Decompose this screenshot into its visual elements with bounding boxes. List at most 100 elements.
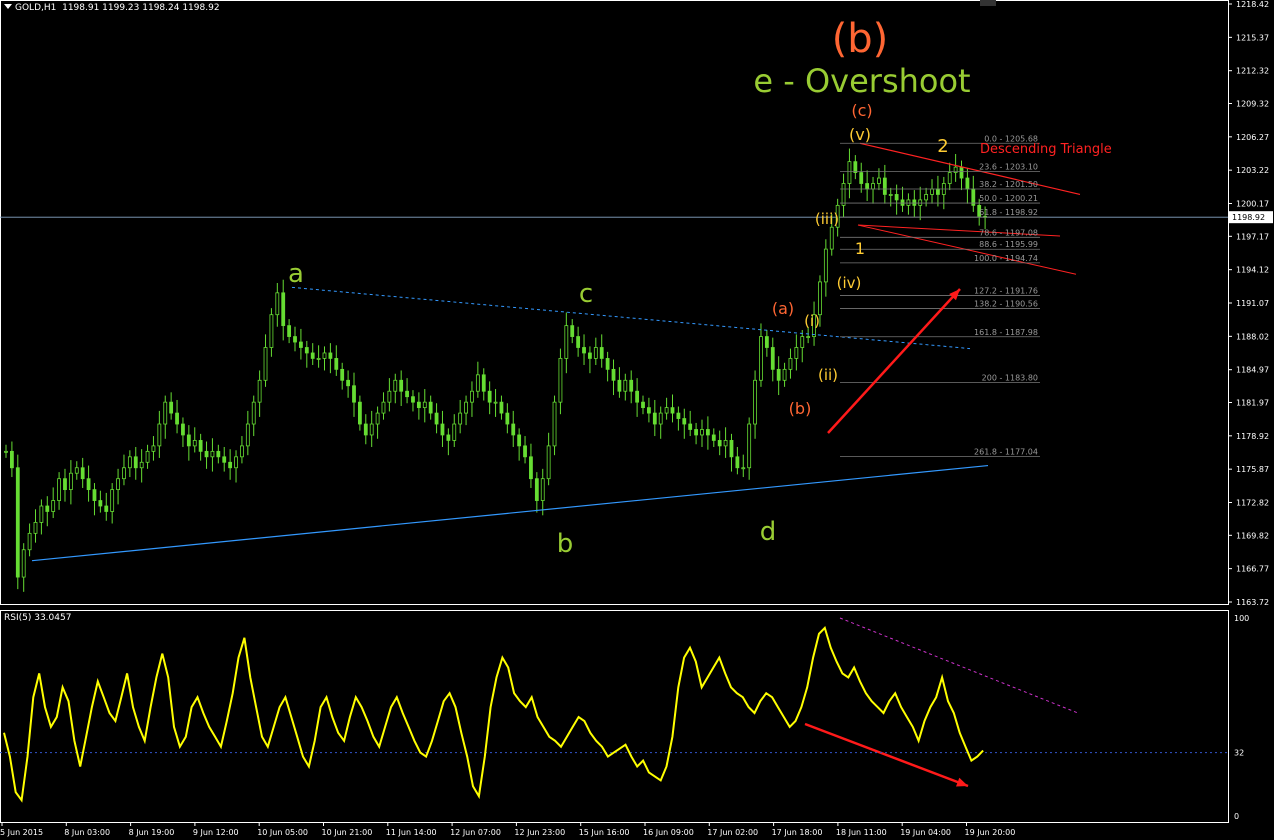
candle-body xyxy=(546,445,551,480)
candle-body xyxy=(204,450,209,458)
candle-body xyxy=(770,347,775,370)
candle-body xyxy=(676,412,681,419)
price-axis-label: 1188.02 xyxy=(1236,332,1269,341)
wave-label: (ii) xyxy=(818,366,838,384)
candle-body xyxy=(570,325,575,337)
rsi-divergence-line xyxy=(839,617,1079,714)
candle-body xyxy=(57,478,61,501)
candle-body xyxy=(829,226,834,250)
rsi-axis-label: 32 xyxy=(1234,749,1244,758)
fib-level-label: 261.8 - 1177.04 xyxy=(974,447,1038,456)
candle-body xyxy=(652,412,657,425)
candle-body xyxy=(776,368,781,381)
wave-label: c xyxy=(579,279,593,309)
candle-body xyxy=(399,379,404,392)
fib-level-label: 161.8 - 1187.98 xyxy=(974,328,1038,337)
candle-body xyxy=(151,445,156,452)
candle-body xyxy=(434,412,439,425)
wave-label: (b) xyxy=(789,399,812,418)
candle-body xyxy=(729,440,734,458)
wave-label: (iii) xyxy=(815,210,839,228)
candle-body xyxy=(257,379,262,403)
candle-body xyxy=(475,374,480,392)
price-axis-label: 1194.12 xyxy=(1236,266,1269,275)
candle-body xyxy=(912,199,917,206)
candle-body xyxy=(841,183,846,206)
wave-label: (b) xyxy=(832,16,889,62)
candle-body xyxy=(27,532,32,551)
candle-body xyxy=(357,401,362,425)
candle-body xyxy=(647,407,651,414)
time-axis-label: 15 Jun 16:00 xyxy=(579,828,630,837)
rsi-line xyxy=(3,625,984,803)
candle-body xyxy=(759,336,763,381)
candle-body xyxy=(818,281,822,316)
candle-body xyxy=(116,478,120,491)
rsi-axis-label: 100 xyxy=(1234,614,1249,623)
candle-body xyxy=(700,429,704,436)
wave-label: (i) xyxy=(804,312,820,330)
candle-body xyxy=(316,358,321,360)
candle-body xyxy=(163,401,168,425)
candle-body xyxy=(127,456,132,469)
price-axis-label: 1175.87 xyxy=(1236,465,1269,474)
candle-body xyxy=(859,172,864,184)
time-axis-label: 5 Jun 2015 xyxy=(0,828,43,837)
time-axis-label: 8 Jun 03:00 xyxy=(64,828,110,837)
price-axis-label: 1181.97 xyxy=(1236,398,1269,407)
candle-body xyxy=(405,390,409,398)
candle-body xyxy=(664,407,669,414)
candle-body xyxy=(688,423,693,430)
candle-body xyxy=(452,423,457,441)
candle-body xyxy=(293,336,297,343)
price-axis-label: 1163.72 xyxy=(1236,598,1269,607)
fib-level-label: 78.6 - 1197.08 xyxy=(979,228,1038,237)
time-axis-label: 17 Jun 18:00 xyxy=(772,828,823,837)
candle-body xyxy=(894,194,899,201)
fib-level-label: 127.2 - 1191.76 xyxy=(974,286,1038,295)
candle-body xyxy=(794,347,799,359)
time-axis-label: 11 Jun 14:00 xyxy=(386,828,437,837)
candle-body xyxy=(806,336,811,338)
candle-body xyxy=(422,401,427,409)
candle-body xyxy=(800,336,805,348)
upper-trendline xyxy=(291,286,971,350)
candle-body xyxy=(753,379,757,425)
candle-body xyxy=(782,368,787,381)
price-axis-label: 1203.22 xyxy=(1236,166,1269,175)
candle-body xyxy=(192,440,197,447)
candle-body xyxy=(529,456,533,480)
price-axis-label: 1184.97 xyxy=(1236,366,1269,375)
candle-body xyxy=(104,505,109,512)
candle-body xyxy=(322,352,327,359)
candle-body xyxy=(169,401,174,414)
candle-body xyxy=(847,161,852,184)
wave-label: (v) xyxy=(849,125,871,144)
rsi-divergence-arrow xyxy=(804,722,969,788)
candle-body xyxy=(234,456,238,469)
wave-label: a xyxy=(288,259,304,289)
candle-body xyxy=(629,379,634,392)
candle-body xyxy=(735,456,740,469)
price-axis-label: 1166.77 xyxy=(1236,565,1269,574)
triangle-lower-line xyxy=(857,224,1077,275)
candle-body xyxy=(181,423,185,436)
wave-label: d xyxy=(760,517,777,547)
candle-body xyxy=(98,500,103,507)
time-axis-label: 19 Jun 20:00 xyxy=(965,828,1016,837)
wave-label: e - Overshoot xyxy=(753,62,970,100)
candle-body xyxy=(21,549,26,578)
wave-label: (c) xyxy=(851,101,872,120)
candle-body xyxy=(517,434,522,447)
candle-body xyxy=(458,412,463,425)
candle-body xyxy=(393,379,398,392)
candle-body xyxy=(122,467,126,480)
wave-label: (a) xyxy=(772,299,794,318)
candle-body xyxy=(440,423,445,436)
candle-body xyxy=(251,401,256,425)
candle-body xyxy=(593,347,598,359)
candle-body xyxy=(670,407,675,414)
candle-body xyxy=(281,292,286,327)
current-price-label: 1198.92 xyxy=(1232,213,1265,222)
candle-body xyxy=(552,401,557,447)
